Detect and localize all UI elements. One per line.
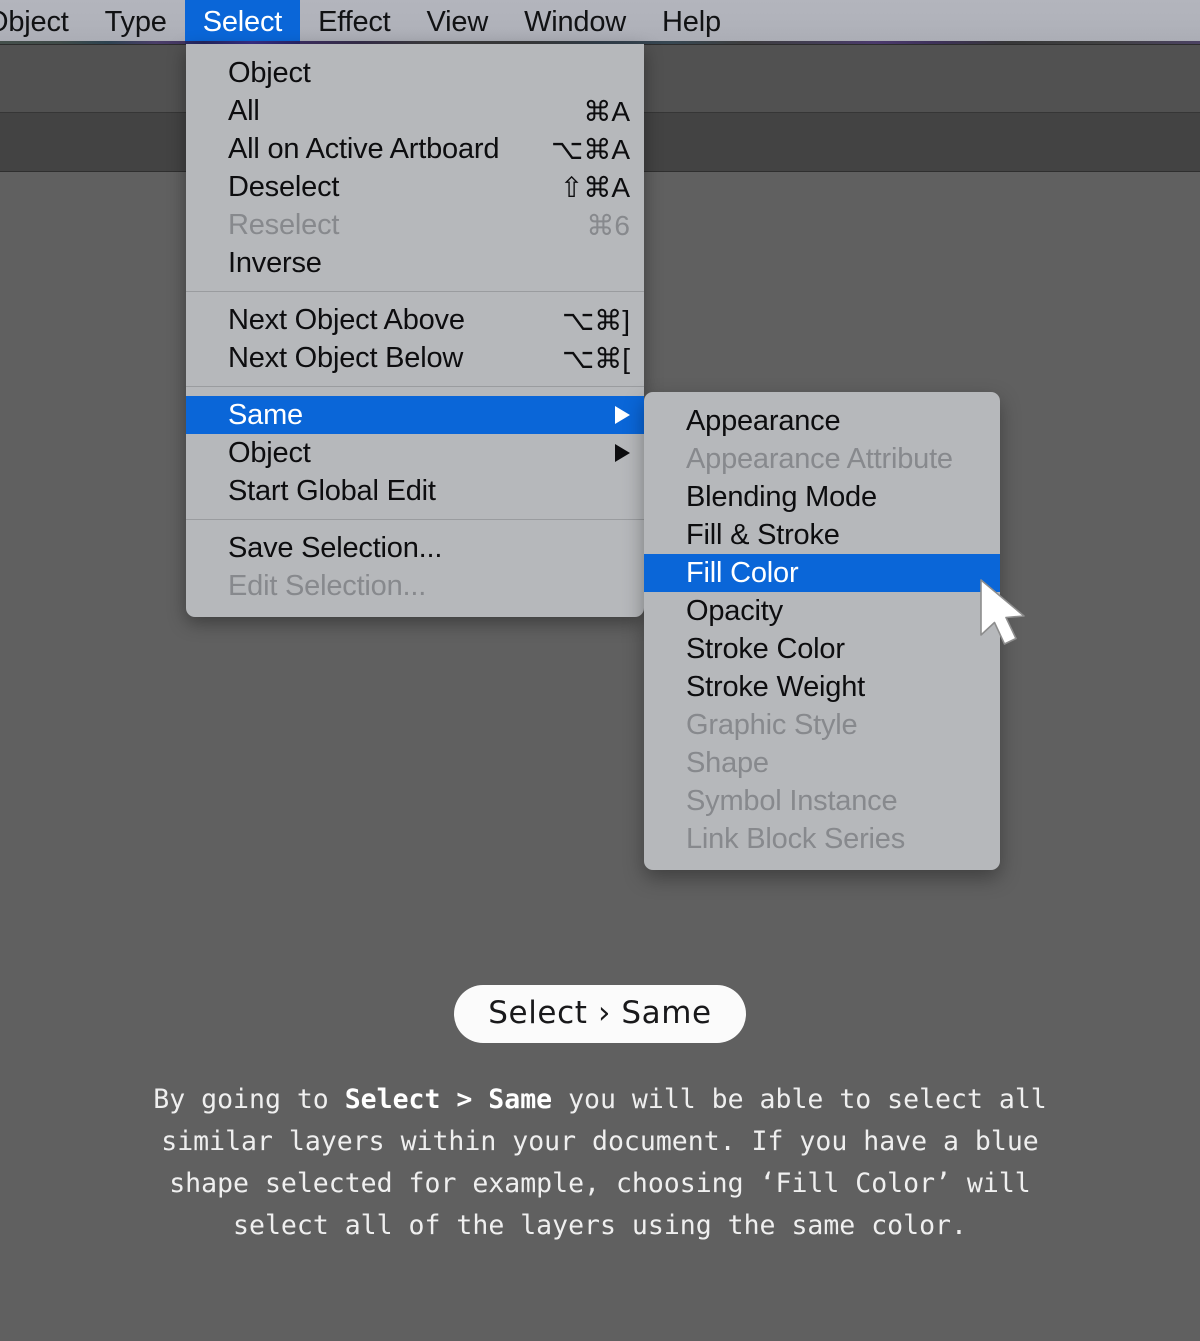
menubar-item-object[interactable]: Object [0,0,87,44]
caption-block: Select › Same By going to Select > Same … [0,985,1200,1247]
menubar-item-label: Effect [318,5,391,38]
caption-description: By going to Select > Same you will be ab… [120,1079,1080,1247]
select-menu-item-object[interactable]: Object [186,434,644,472]
menu-item-label: All [228,94,260,127]
select-menu-item-edit-selection: Edit Selection... [186,567,644,605]
select-menu-item-reselect: Reselect ⌘6 [186,206,644,244]
menubar-item-label: Help [662,5,721,38]
menu-item-label: Appearance [686,404,841,437]
same-submenu-item-shape: Shape [644,744,1000,782]
select-menu-item-next-object-below[interactable]: Next Object Below ⌥⌘[ [186,339,644,377]
menu-item-label: Symbol Instance [686,784,898,817]
menu-separator [186,386,644,387]
menu-item-label: Blending Mode [686,480,877,513]
select-menu-item-next-object-above[interactable]: Next Object Above ⌥⌘] [186,301,644,339]
menu-item-label: All on Active Artboard [228,132,500,165]
same-submenu-item-stroke-weight[interactable]: Stroke Weight [644,668,1000,706]
menu-separator [186,519,644,520]
same-submenu-item-fill-color[interactable]: Fill Color [644,554,1000,592]
same-submenu-item-symbol-instance: Symbol Instance [644,782,1000,820]
menu-item-label: Object [228,436,311,469]
menu-item-shortcut: ⌥⌘] [561,304,630,336]
breadcrumb-pill: Select › Same [454,985,746,1043]
same-submenu-item-appearance[interactable]: Appearance [644,402,1000,440]
menu-item-shortcut: ⌘6 [586,209,630,241]
menu-item-label: Opacity [686,594,783,627]
menubar-item-label: Select [202,5,283,38]
menu-item-label: Appearance Attribute [686,442,953,475]
menu-item-label: Edit Selection... [228,569,427,602]
submenu-arrow-icon [615,406,630,424]
select-menu-item-save-selection[interactable]: Save Selection... [186,529,644,567]
menu-item-label: Object [228,56,311,89]
submenu-arrow-icon [615,444,630,462]
select-menu-item-object[interactable]: Object [186,54,644,92]
menu-item-label: Inverse [228,246,322,279]
menu-item-label: Save Selection... [228,531,443,564]
menubar-item-window[interactable]: Window [506,0,644,44]
menu-item-label: Stroke Weight [686,670,866,703]
menu-item-label: Deselect [228,170,340,203]
menu-item-shortcut: ⇧⌘A [559,171,630,203]
menu-item-shortcut: ⌥⌘[ [561,342,630,374]
caption-emphasis: Select > Same [344,1084,553,1115]
select-menu-item-same[interactable]: Same [186,396,644,434]
same-submenu-item-opacity[interactable]: Opacity [644,592,1000,630]
menu-item-label: Same [228,398,303,431]
menu-item-label: Shape [686,746,769,779]
menu-item-label: Next Object Below [228,341,464,374]
menu-item-shortcut: ⌘A [583,95,630,127]
menubar-item-view[interactable]: View [409,0,507,44]
menu-item-label: Fill Color [686,556,799,589]
menu-item-label: Graphic Style [686,708,858,741]
select-menu-item-all-on-active-artboard[interactable]: All on Active Artboard ⌥⌘A [186,130,644,168]
menu-item-label: Link Block Series [686,822,906,855]
menu-separator [186,291,644,292]
same-submenu: Appearance Appearance Attribute Blending M… [644,392,1000,870]
same-submenu-item-graphic-style: Graphic Style [644,706,1000,744]
menubar-item-label: View [426,5,489,38]
menubar-item-help[interactable]: Help [644,0,739,44]
same-submenu-item-fill-stroke[interactable]: Fill & Stroke [644,516,1000,554]
caption-text-run: By going to [153,1084,345,1115]
menu-item-label: Stroke Color [686,632,845,665]
select-dropdown-menu: Object All ⌘A All on Active Artboard ⌥⌘A Dese… [186,44,644,617]
same-submenu-item-blending-mode[interactable]: Blending Mode [644,478,1000,516]
same-submenu-item-appearance-attribute: Appearance Attribute [644,440,1000,478]
menu-item-label: Fill & Stroke [686,518,840,551]
menubar-item-label: Object [0,5,69,38]
menu-item-label: Reselect [228,208,340,241]
same-submenu-item-link-block-series: Link Block Series [644,820,1000,858]
menubar-item-label: Window [524,5,627,38]
menubar-item-type[interactable]: Type [87,0,185,44]
menu-item-shortcut: ⌥⌘A [551,133,630,165]
select-menu-item-all[interactable]: All ⌘A [186,92,644,130]
menubar-item-effect[interactable]: Effect [300,0,408,44]
select-menu-item-deselect[interactable]: Deselect ⇧⌘A [186,168,644,206]
menu-bar: Object Type Select Effect View Window Help [0,0,1200,44]
menu-item-label: Next Object Above [228,303,465,336]
select-menu-item-start-global-edit[interactable]: Start Global Edit [186,472,644,510]
menu-item-label: Start Global Edit [228,474,436,507]
menubar-item-label: Type [104,5,167,38]
select-menu-item-inverse[interactable]: Inverse [186,244,644,282]
same-submenu-item-stroke-color[interactable]: Stroke Color [644,630,1000,668]
menubar-item-select[interactable]: Select [184,0,301,44]
